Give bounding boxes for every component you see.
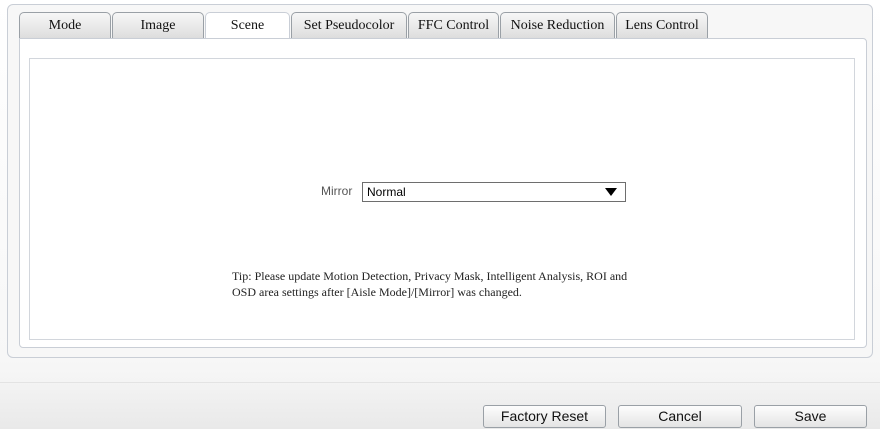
mirror-selected-value: Normal (367, 185, 406, 199)
tip-text: Tip: Please update Motion Detection, Pri… (232, 269, 628, 299)
tab-image[interactable]: Image (112, 12, 204, 39)
tab-scene[interactable]: Scene (205, 12, 290, 39)
mirror-select[interactable]: Normal (362, 182, 626, 202)
tab-set-pseudocolor[interactable]: Set Pseudocolor (291, 12, 407, 39)
tab-noise-reduction[interactable]: Noise Reduction (500, 12, 615, 39)
footer-bar (0, 382, 880, 429)
tab-content-frame: Mirror Normal Tip: Please update Motion … (19, 38, 867, 348)
dropdown-arrow-icon (605, 188, 617, 196)
factory-reset-button[interactable]: Factory Reset (483, 405, 606, 428)
tab-mode[interactable]: Mode (19, 12, 111, 39)
save-button[interactable]: Save (754, 405, 867, 428)
tab-bar: Mode Image Scene Set Pseudocolor FFC Con… (19, 12, 709, 39)
tab-ffc-control[interactable]: FFC Control (408, 12, 499, 39)
cancel-button[interactable]: Cancel (618, 405, 742, 428)
scene-settings-box: Mirror Normal Tip: Please update Motion … (29, 58, 855, 340)
tab-lens-control[interactable]: Lens Control (616, 12, 708, 39)
mirror-label: Mirror (321, 184, 353, 198)
